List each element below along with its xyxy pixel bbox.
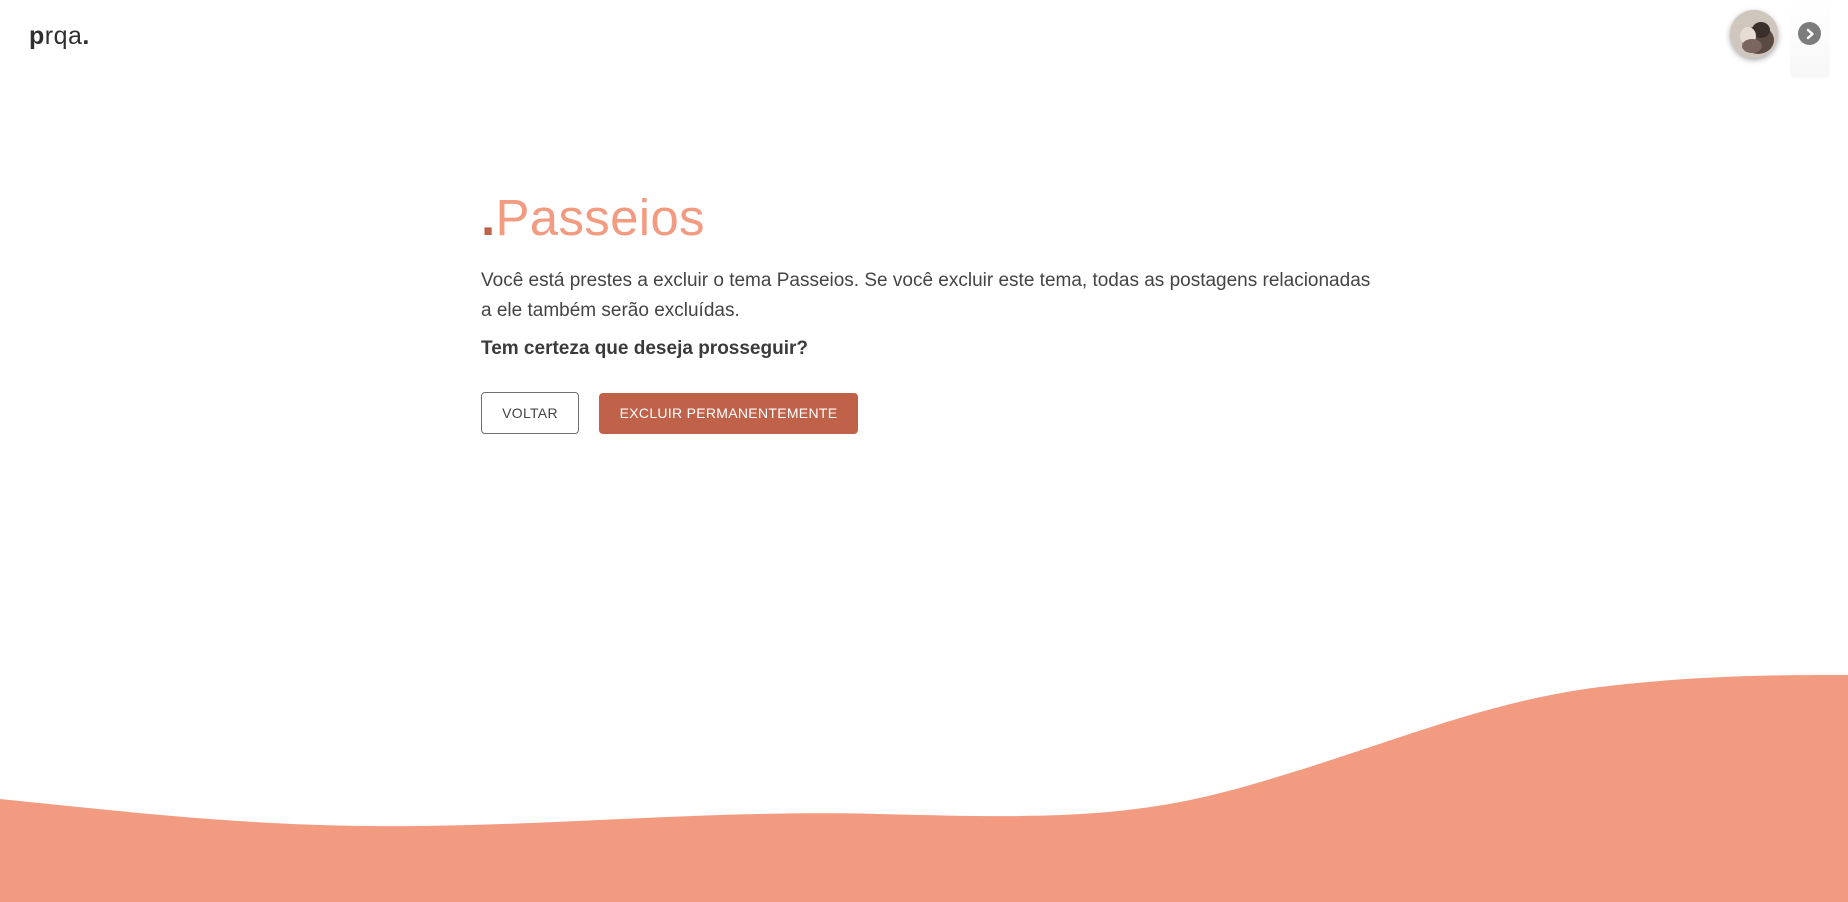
title-text: Passeios [495, 189, 705, 246]
title-dot: . [481, 189, 496, 246]
warning-description: Você está prestes a excluir o tema Passe… [481, 270, 1371, 321]
confirm-question: Tem certeza que deseja prosseguir? [481, 338, 808, 359]
delete-permanently-button[interactable]: EXCLUIR PERMANENTEMENTE [599, 392, 858, 434]
back-button[interactable]: VOLTAR [481, 392, 579, 434]
logo[interactable]: prqa. [29, 20, 90, 52]
logo-dot: . [82, 22, 90, 50]
logo-text: rqa [44, 22, 83, 50]
page-title: .Passeios [481, 186, 1381, 250]
page: prqa. .Passeios Você está prestes a excl… [0, 0, 1848, 902]
action-buttons: VOLTAR EXCLUIR PERMANENTEMENTE [481, 392, 1381, 434]
avatar-image [1730, 10, 1778, 58]
delete-topic-panel: .Passeios Você está prestes a excluir o … [481, 186, 1381, 434]
chevron-right-circle-icon[interactable] [1798, 22, 1821, 45]
logo-letter-p: p [29, 22, 45, 50]
avatar[interactable] [1730, 10, 1778, 58]
decorative-wave [0, 675, 1848, 902]
chevron-right-icon [1806, 28, 1814, 39]
